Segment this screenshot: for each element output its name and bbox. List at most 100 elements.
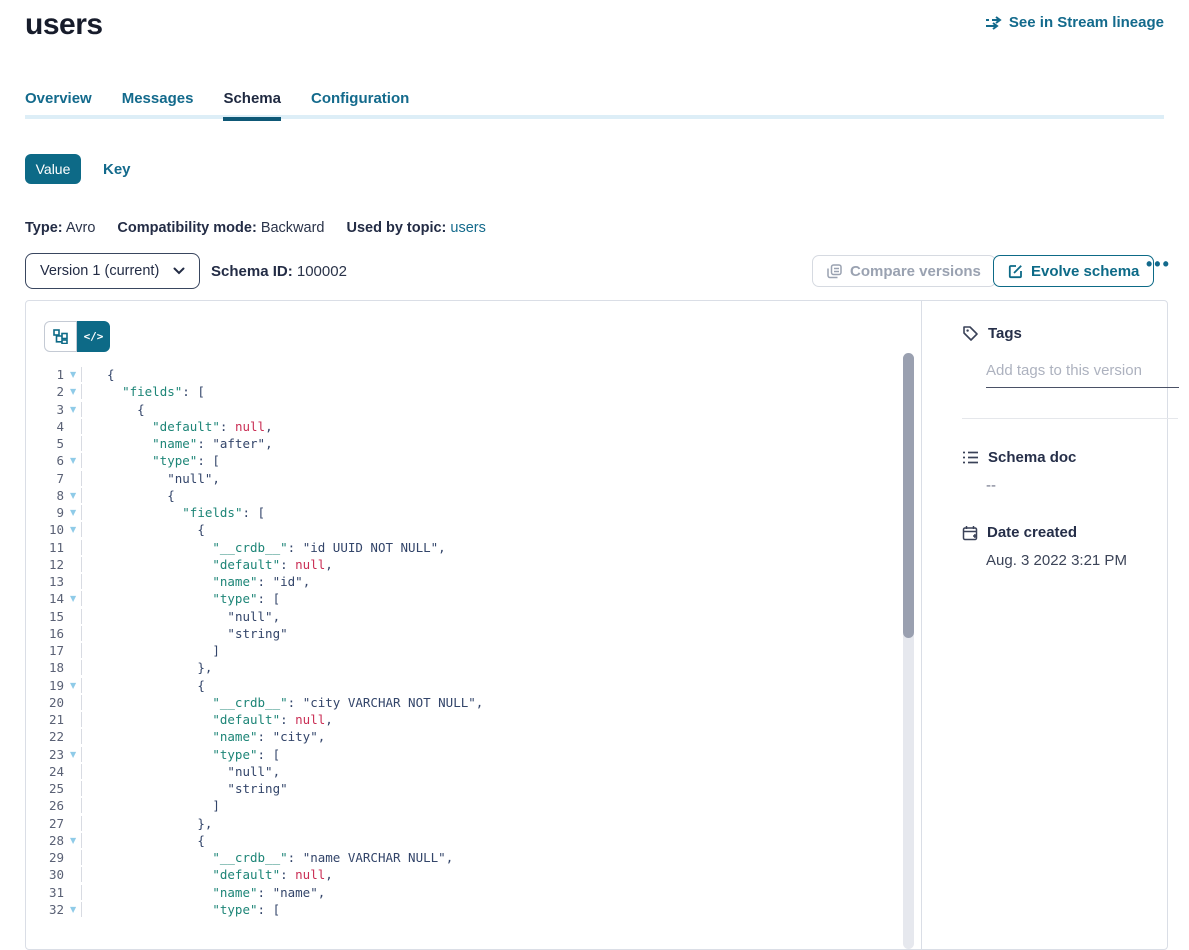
code-line-content: "fields": [ [82,505,265,520]
date-created-title: Date created [987,524,1077,541]
code-line: 13 "name": "id", [26,574,904,591]
code-line: 16 "string" [26,626,904,643]
code-line: 19▼ { [26,678,904,695]
code-line-content: "default": null, [82,419,273,434]
compatibility-field: Compatibility mode: Backward [117,220,324,236]
code-line-content: ] [82,643,220,658]
code-view-button[interactable]: </> [77,321,110,352]
evolve-schema-label: Evolve schema [1031,263,1139,280]
line-number: 11 [26,540,64,555]
compare-versions-label: Compare versions [850,263,981,280]
code-line-content: "default": null, [82,712,333,727]
code-line-content: { [82,488,175,503]
schema-code-editor[interactable]: 1▼{2▼ "fields": [3▼ {4 "default": null,5… [26,367,904,919]
version-dropdown-value: Version 1 (current) [40,263,159,279]
line-number: 6 [26,453,64,468]
code-line-content: "name": "name", [82,885,325,900]
line-number: 7 [26,471,64,486]
fold-toggle-icon[interactable]: ▼ [64,750,81,759]
fold-toggle-icon[interactable]: ▼ [64,387,81,396]
version-dropdown[interactable]: Version 1 (current) [25,253,200,289]
more-options-button[interactable]: ••• [1146,254,1171,275]
code-line: 11 "__crdb__": "id UUID NOT NULL", [26,540,904,557]
line-number: 2 [26,384,64,399]
code-line-content: "type": [ [82,453,220,468]
code-line: 9▼ "fields": [ [26,505,904,522]
fold-toggle-icon[interactable]: ▼ [64,836,81,845]
line-number: 24 [26,764,64,779]
schema-id-value: 100002 [297,263,347,280]
fold-toggle-icon[interactable]: ▼ [64,905,81,914]
calendar-plus-icon [962,525,978,541]
fold-toggle-icon[interactable]: ▼ [64,594,81,603]
tab-schema[interactable]: Schema [223,90,281,121]
code-line-content: "__crdb__": "city VARCHAR NOT NULL", [82,695,483,710]
compare-versions-icon [827,264,842,279]
fold-toggle-icon[interactable]: ▼ [64,681,81,690]
schema-panel: </> 1▼{2▼ "fields": [3▼ {4 "default": nu… [25,300,1168,950]
code-line: 30 "default": null, [26,867,904,884]
code-line: 15 "null", [26,609,904,626]
key-toggle-button[interactable]: Key [103,161,131,178]
code-line: 5 "name": "after", [26,436,904,453]
fold-toggle-icon[interactable]: ▼ [64,370,81,379]
used-by-topic-label: Used by topic: [346,220,446,236]
code-line: 7 "null", [26,471,904,488]
code-line: 4 "default": null, [26,419,904,436]
line-number: 18 [26,660,64,675]
used-by-topic-field: Used by topic: users [346,220,485,236]
line-number: 12 [26,557,64,572]
add-tags-input[interactable] [986,356,1179,388]
code-line-content: "default": null, [82,557,333,572]
code-scrollbar-thumb[interactable] [903,353,914,638]
line-number: 28 [26,833,64,848]
line-number: 20 [26,695,64,710]
code-line: 28▼ { [26,833,904,850]
fold-toggle-icon[interactable]: ▼ [64,456,81,465]
code-line-content: "type": [ [82,591,280,606]
fold-toggle-icon[interactable]: ▼ [64,508,81,517]
stream-lineage-link[interactable]: See in Stream lineage [984,14,1164,31]
code-line-content: "string" [82,781,288,796]
line-number: 9 [26,505,64,520]
code-line: 18 }, [26,660,904,677]
tags-section-header: Tags [962,325,1153,342]
type-field: Type: Avro [25,220,95,236]
tree-view-button[interactable] [44,321,77,352]
code-line: 24 "null", [26,764,904,781]
code-line-content: { [82,833,205,848]
code-line-content: "type": [ [82,902,280,917]
code-line-content: "string" [82,626,288,641]
code-line: 17 ] [26,643,904,660]
type-label: Type: [25,220,63,236]
code-line: 6▼ "type": [ [26,453,904,470]
fold-toggle-icon[interactable]: ▼ [64,491,81,500]
value-toggle-button[interactable]: Value [25,154,81,184]
code-line-content: }, [82,816,212,831]
fold-toggle-icon[interactable]: ▼ [64,525,81,534]
line-number: 29 [26,850,64,865]
code-line: 32▼ "type": [ [26,902,904,919]
code-line-content: "name": "after", [82,436,273,451]
code-line-content: { [82,367,115,382]
code-line: 14▼ "type": [ [26,591,904,608]
line-number: 3 [26,402,64,417]
line-number: 26 [26,798,64,813]
code-line-content: "fields": [ [82,384,205,399]
topic-link[interactable]: users [450,220,485,236]
schema-view-toggle: </> [44,321,110,352]
line-number: 13 [26,574,64,589]
code-line: 29 "__crdb__": "name VARCHAR NULL", [26,850,904,867]
code-line-content: "name": "id", [82,574,310,589]
line-number: 25 [26,781,64,796]
fold-toggle-icon[interactable]: ▼ [64,405,81,414]
line-number: 5 [26,436,64,451]
code-line-content: "__crdb__": "id UUID NOT NULL", [82,540,446,555]
compatibility-value: Backward [261,220,325,236]
line-number: 32 [26,902,64,917]
schema-doc-title: Schema doc [988,449,1076,466]
compare-versions-button[interactable]: Compare versions [812,255,996,287]
evolve-schema-button[interactable]: Evolve schema [993,255,1154,287]
line-number: 17 [26,643,64,658]
date-created-value: Aug. 3 2022 3:21 PM [986,552,1153,569]
